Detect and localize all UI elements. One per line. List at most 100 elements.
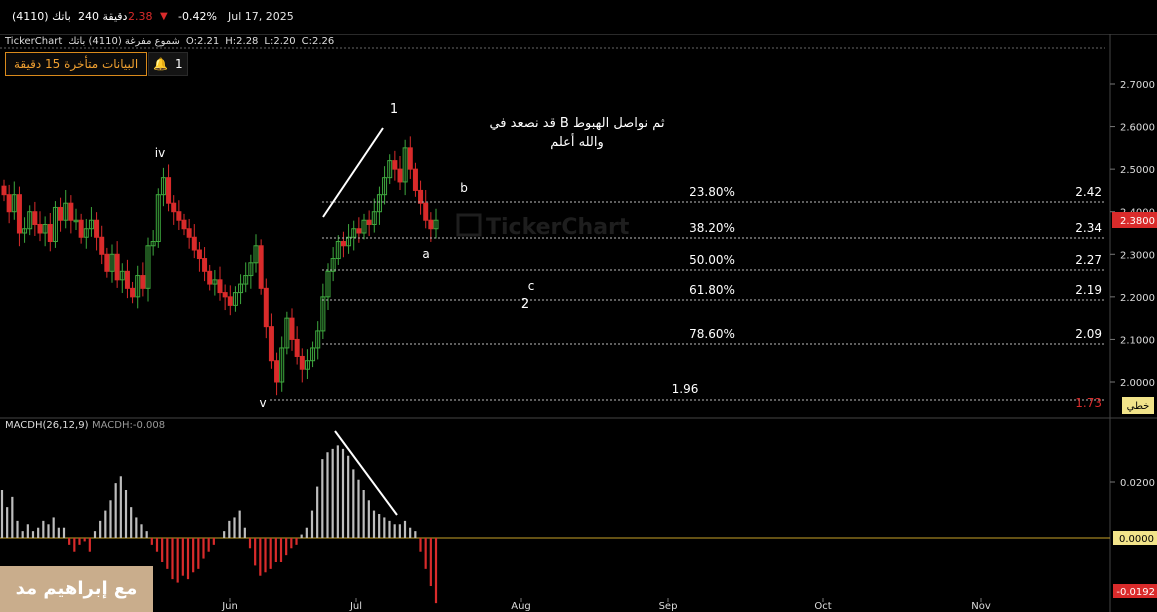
current-price-tag xyxy=(1112,212,1157,228)
fib-level-pct: 78.60% xyxy=(689,327,735,341)
candle-body xyxy=(171,202,177,213)
candle-body xyxy=(16,194,22,234)
candle-body xyxy=(78,219,84,238)
ohlc-low: L:2.20 xyxy=(264,36,296,47)
candle-body xyxy=(160,177,166,196)
fib-level-price: 2.09 xyxy=(1075,327,1102,341)
fib-level-pct: 38.20% xyxy=(689,221,735,235)
candle-body xyxy=(196,249,202,260)
candle-body xyxy=(232,292,238,306)
price-tick-label: 2.0000 xyxy=(1120,378,1155,389)
candle-body xyxy=(361,219,367,234)
candle-body xyxy=(258,245,264,289)
candle-body xyxy=(392,160,398,170)
wave-label-iv: iv xyxy=(155,146,165,160)
candle-body xyxy=(130,287,136,298)
candle-body xyxy=(114,253,120,281)
candle-body xyxy=(340,241,346,247)
price-tick-label: 2.1000 xyxy=(1120,335,1155,346)
source-label: TickerChart xyxy=(5,36,63,47)
macd-histogram xyxy=(0,445,1110,604)
candle-body xyxy=(335,241,341,260)
fib-level-pct: 23.80% xyxy=(689,185,735,199)
price-tick-label: 2.6000 xyxy=(1120,123,1155,134)
candle-body xyxy=(166,177,172,204)
fib-layer: 23.80% 2.42 38.20% 2.34 50.00% 2.27 61.80% 2.19… xyxy=(270,185,1105,410)
candle-body xyxy=(268,326,274,362)
candle-body xyxy=(279,347,285,383)
down-arrow-icon: ▼ xyxy=(160,11,168,22)
price-tick-label: 2.2000 xyxy=(1120,293,1155,304)
fib-level-pct: 50.00% xyxy=(689,253,735,267)
ohlc-close: C:2.26 xyxy=(301,36,335,47)
wave-trend-line[interactable] xyxy=(322,127,384,218)
fib-low-label: 1.96 xyxy=(672,382,699,396)
candle-body xyxy=(119,270,125,281)
candle-body xyxy=(325,270,331,298)
fib-level-price: 2.34 xyxy=(1075,221,1102,235)
macd-tick-2: -0.0192 xyxy=(1116,587,1155,598)
price-tick-label: 2.7000 xyxy=(1120,80,1155,91)
candle-body xyxy=(42,223,48,234)
macd-divergence-line[interactable] xyxy=(334,430,398,516)
author-tag: مع إبراهيم مد xyxy=(0,566,153,612)
wave-label-b: b xyxy=(460,181,468,195)
candle-body xyxy=(94,219,100,238)
macd-tick-0: 0.0200 xyxy=(1120,478,1155,489)
candle-body xyxy=(289,317,295,340)
candle-body xyxy=(433,219,439,230)
line-tag[interactable] xyxy=(1122,397,1154,414)
series-name: شموع مفرغة (4110) باتك xyxy=(68,36,180,47)
timeframe-label[interactable]: 240 دقيقة xyxy=(78,10,127,23)
candle-body xyxy=(73,219,79,223)
ohlc-open: O:2.21 xyxy=(185,36,220,47)
macd-name: MACDH(26,12,9) xyxy=(5,420,89,431)
macd-tick-1: 0.0000 xyxy=(1119,534,1154,545)
candle-body xyxy=(22,228,28,234)
candle-body xyxy=(207,270,213,285)
quote-date: Jul 17, 2025 xyxy=(228,10,294,23)
fib-level-pct: 61.80% xyxy=(689,283,735,297)
candle-body xyxy=(6,194,12,213)
candle-body xyxy=(299,355,305,370)
candle-body xyxy=(222,292,228,298)
top-bar: Jul 17, 2025 -0.42% ▼ 2.38 240 دقيقة (41… xyxy=(0,0,1157,35)
candle-body xyxy=(88,219,94,230)
candle-body xyxy=(99,236,105,255)
alerts-button[interactable]: 🔔 1 xyxy=(148,52,188,76)
candle-body xyxy=(52,206,58,243)
ohlc-row: TickerChart شموع مفرغة (4110) باتك O:2.21 H… xyxy=(5,36,340,47)
fib-level-price: 2.42 xyxy=(1075,185,1102,199)
candle-body xyxy=(83,228,89,238)
quote-price: 2.38 xyxy=(128,10,153,23)
candle-body xyxy=(310,347,316,362)
wave-label-a: a xyxy=(422,247,429,261)
time-tick-label: Jul xyxy=(349,601,362,612)
alerts-count: 1 xyxy=(175,57,183,71)
price-axis: 2.7000 2.6000 2.5000 2.4000 2.3000 2.2000 2.10… xyxy=(1110,80,1155,389)
candle-body xyxy=(150,241,156,247)
symbol-label[interactable]: (4110) باتك xyxy=(12,10,71,23)
candle-body xyxy=(243,275,249,285)
candle-body xyxy=(32,211,38,225)
time-tick-label: Oct xyxy=(814,601,831,612)
candle-body xyxy=(294,338,300,357)
fib-level-price: 2.19 xyxy=(1075,283,1102,297)
wave-label-1: 1 xyxy=(390,102,398,117)
candle-body xyxy=(11,194,17,213)
candle-body xyxy=(423,202,429,221)
candle-body xyxy=(263,287,269,328)
candle-body xyxy=(58,206,64,221)
candle-body xyxy=(315,330,321,349)
wave-label-2: 2 xyxy=(521,297,529,312)
delay-notice[interactable]: البيانات متأخرة 15 دقيقة xyxy=(5,52,148,76)
candle-body xyxy=(227,296,233,306)
candle-body xyxy=(351,228,357,238)
wave-label-v: v xyxy=(259,396,266,410)
candle-body xyxy=(27,211,33,230)
candle-body xyxy=(135,275,141,298)
candle-body xyxy=(397,168,403,183)
candle-body xyxy=(63,202,69,221)
candle-body xyxy=(320,296,326,332)
price-chart[interactable]: TickerChart 23.80% 2.42 38.20% 2.34 50.00% 2.… xyxy=(0,0,1157,612)
